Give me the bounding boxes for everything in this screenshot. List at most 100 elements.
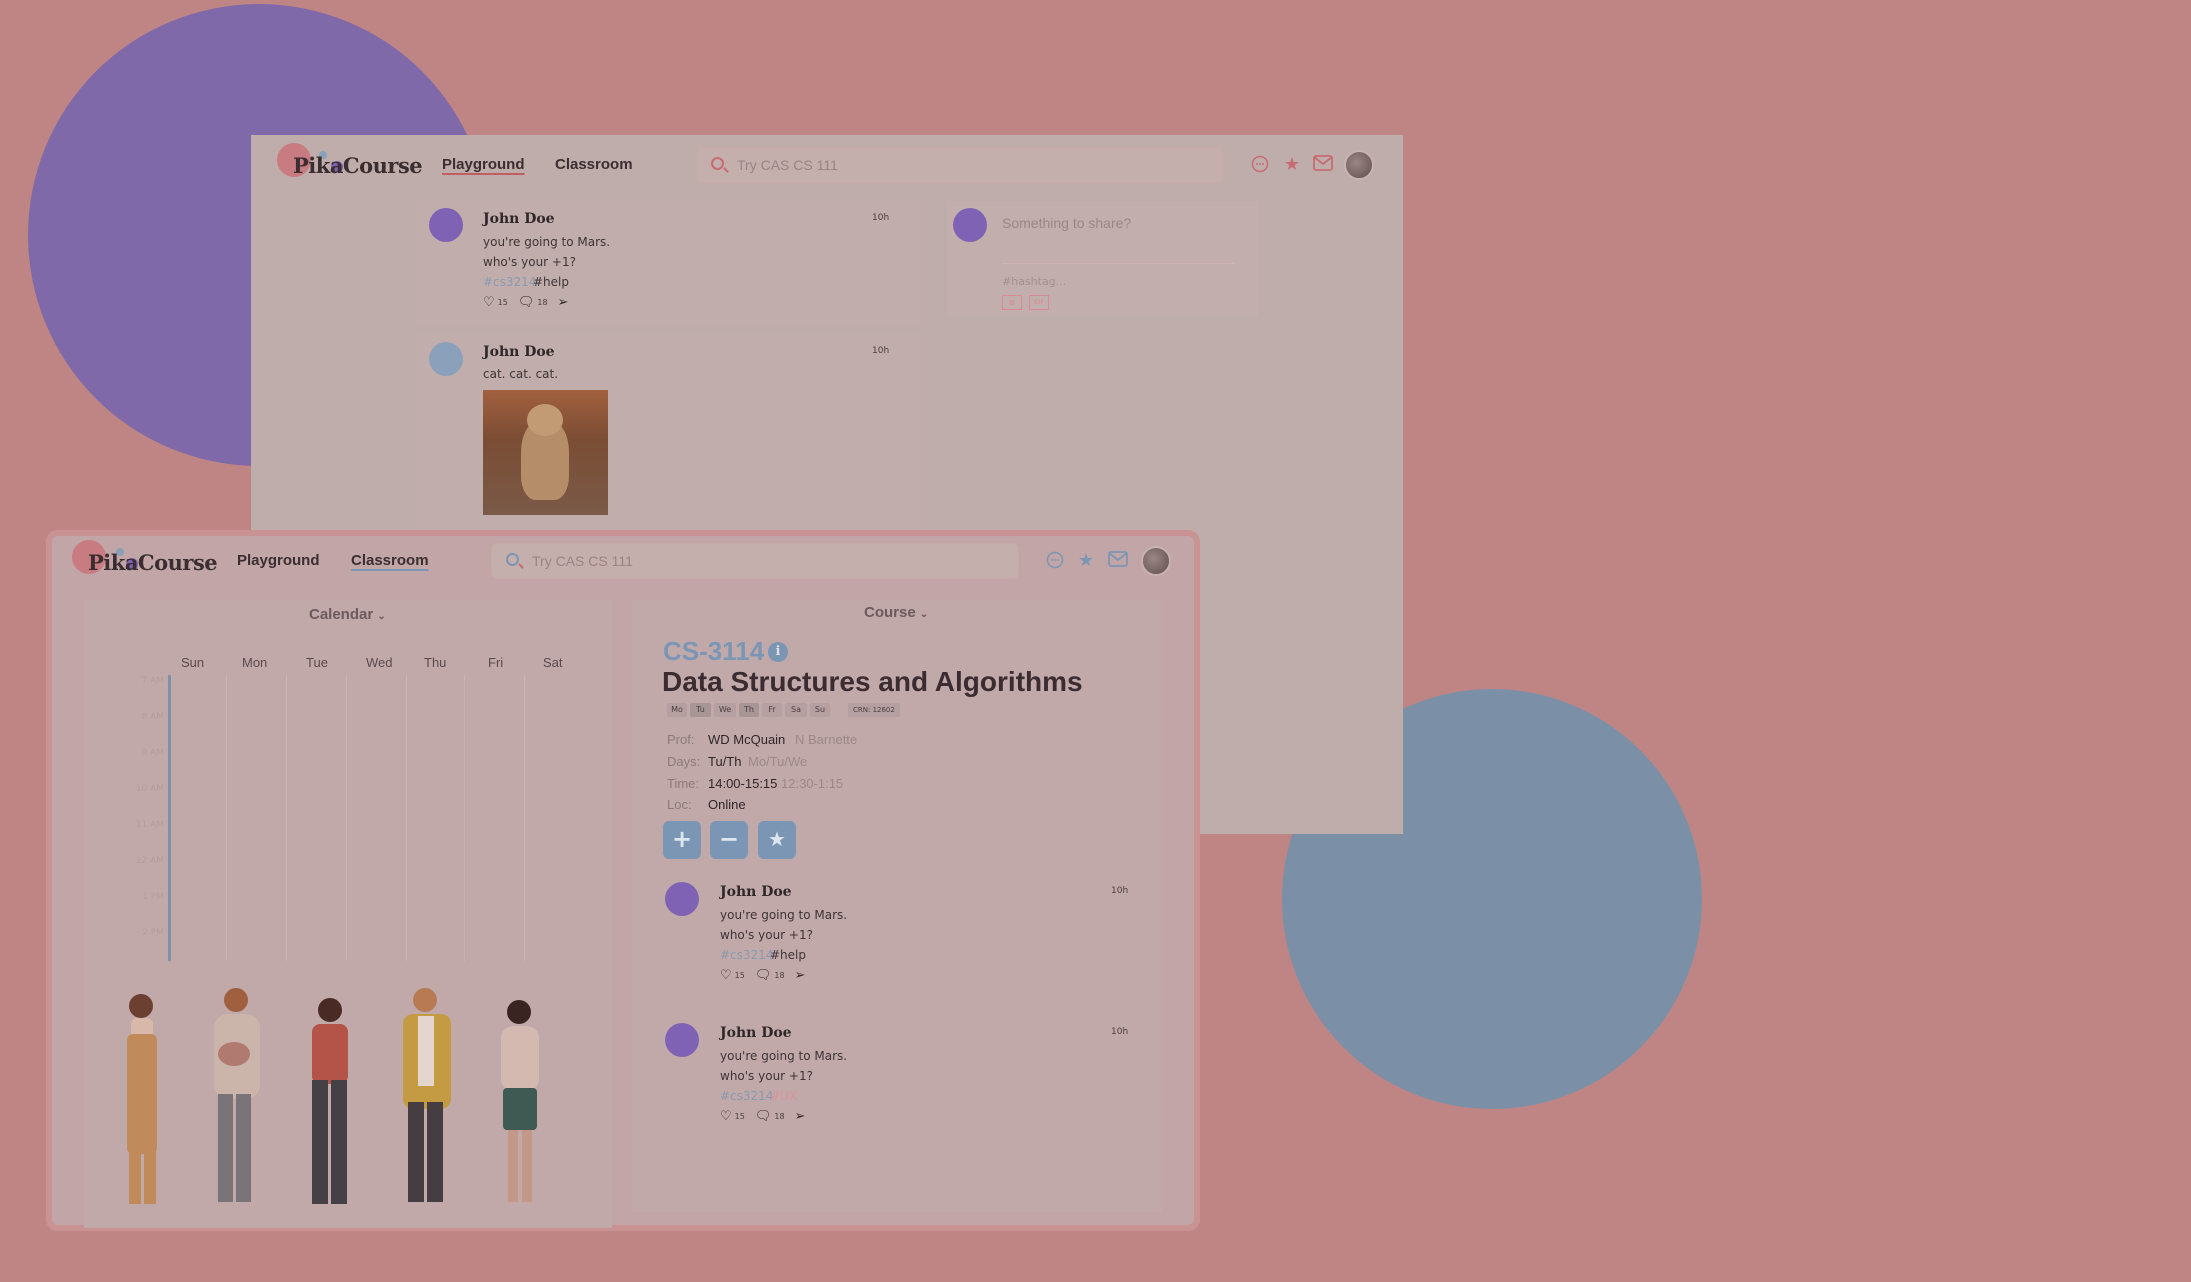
post-author[interactable]: John Doe: [483, 211, 555, 227]
comment-icon: 🗨: [754, 968, 772, 983]
post-avatar[interactable]: [429, 342, 463, 376]
post-avatar[interactable]: [665, 882, 699, 916]
day-header: Wed: [366, 655, 393, 670]
comment-count: 18: [537, 298, 548, 307]
post-text-line: who's your +1?: [483, 255, 576, 269]
post-tag[interactable]: #help: [533, 275, 569, 289]
remove-course-button[interactable]: −: [710, 821, 748, 859]
user-avatar[interactable]: [1344, 150, 1374, 180]
calendar-column-line: [524, 675, 525, 961]
post-tag[interactable]: #cs3214: [483, 275, 536, 289]
comment-count: 18: [774, 971, 785, 980]
like-button[interactable]: ♡ 15: [720, 969, 745, 982]
post-time: 10h: [872, 346, 890, 356]
post-author[interactable]: John Doe: [720, 1025, 792, 1041]
comment-button[interactable]: 🗨 18: [755, 969, 785, 982]
course-code: CS-3114: [663, 636, 765, 666]
calendar-column-line: [406, 675, 407, 961]
post-author[interactable]: John Doe: [483, 344, 555, 360]
gif-icon[interactable]: GIF: [1029, 295, 1049, 310]
search-input[interactable]: Try CAS CS 111: [532, 553, 633, 569]
course-panel: Course ⌄ CS-3114 i Data Structures and A…: [632, 600, 1162, 1212]
post-avatar[interactable]: [665, 1023, 699, 1057]
share-input[interactable]: Something to share?: [1002, 215, 1131, 231]
share-button[interactable]: ➢: [795, 969, 806, 982]
day-header: Fri: [488, 655, 504, 670]
info-icon[interactable]: i: [768, 642, 788, 662]
share-button[interactable]: ➢: [795, 1110, 806, 1123]
prof-value: WD McQuain: [708, 732, 786, 747]
day-chip[interactable]: Th: [739, 703, 759, 717]
share-button[interactable]: ➢: [558, 296, 569, 309]
post-tag[interactable]: #help: [770, 948, 806, 962]
add-course-button[interactable]: +: [663, 821, 701, 859]
post-author[interactable]: John Doe: [720, 884, 792, 900]
search-input[interactable]: Try CAS CS 111: [737, 157, 838, 173]
minus-icon: −: [718, 825, 740, 853]
time-label: Time:: [667, 776, 700, 791]
search-bar[interactable]: Try CAS CS 111: [696, 147, 1224, 183]
nav-classroom[interactable]: Classroom: [555, 156, 633, 173]
post-text-line: you're going to Mars.: [720, 908, 848, 922]
nav-playground[interactable]: Playground: [442, 156, 525, 173]
classroom-window: PikaCourse Playground Classroom Try CAS …: [46, 530, 1200, 1231]
day-chip[interactable]: Tu: [690, 703, 711, 717]
app-logo[interactable]: PikaCourse: [88, 550, 218, 575]
cat-image-head: [527, 404, 563, 436]
post-time: 10h: [1111, 1027, 1129, 1037]
image-icon[interactable]: ▨: [1002, 295, 1022, 310]
course-post: John Doe 10h you're going to Mars. who's…: [665, 878, 1135, 998]
person-3: [312, 998, 348, 1204]
day-chip[interactable]: Fr: [762, 703, 782, 717]
hashtag-input[interactable]: #hashtag...: [1002, 275, 1066, 288]
post-avatar[interactable]: [429, 208, 463, 242]
day-chip[interactable]: Su: [810, 703, 830, 717]
mail-icon[interactable]: [1312, 155, 1334, 177]
person-2: [214, 988, 260, 1202]
top-bar: PikaCourse Playground Classroom Try CAS …: [251, 135, 1403, 197]
like-button[interactable]: ♡ 15: [483, 296, 508, 309]
calendar-dropdown[interactable]: Calendar ⌄: [309, 606, 386, 623]
star-icon: ★: [768, 827, 786, 851]
app-logo[interactable]: PikaCourse: [293, 153, 423, 178]
chat-icon[interactable]: [1044, 551, 1066, 573]
loc-label: Loc:: [667, 797, 692, 812]
post-text-line: who's your +1?: [720, 928, 813, 942]
send-icon: ➢: [794, 1109, 806, 1124]
day-chip[interactable]: Sa: [785, 703, 807, 717]
like-button[interactable]: ♡ 15: [720, 1110, 745, 1123]
search-bar[interactable]: Try CAS CS 111: [491, 543, 1019, 579]
star-icon[interactable]: ★: [1281, 154, 1303, 176]
post-tag[interactable]: #UX: [770, 1089, 797, 1103]
hour-label: 1 PM: [142, 892, 164, 902]
favorite-course-button[interactable]: ★: [758, 821, 796, 859]
mail-icon[interactable]: [1107, 551, 1129, 573]
students-illustration: [127, 988, 539, 1204]
calendar-column-line: [226, 675, 227, 961]
comment-button[interactable]: 🗨 18: [518, 296, 548, 309]
user-avatar[interactable]: [1141, 546, 1171, 576]
course-dropdown[interactable]: Course ⌄: [864, 604, 928, 621]
post-tag[interactable]: #cs3214: [720, 1089, 773, 1103]
plus-icon: +: [671, 825, 693, 853]
day-header: Sat: [543, 655, 563, 670]
day-header: Mon: [242, 655, 268, 670]
prof-alt[interactable]: N Barnette: [795, 732, 857, 747]
top-bar: PikaCourse Playground Classroom Try CAS …: [46, 530, 1200, 592]
day-chip[interactable]: We: [714, 703, 736, 717]
chat-icon[interactable]: [1249, 155, 1271, 177]
calendar-column-line: [464, 675, 465, 961]
star-icon[interactable]: ★: [1075, 550, 1097, 572]
days-alt[interactable]: Mo/Tu/We: [748, 754, 807, 769]
comment-button[interactable]: 🗨 18: [755, 1110, 785, 1123]
nav-playground[interactable]: Playground: [237, 552, 320, 569]
hour-label: 11 AM: [135, 820, 164, 830]
days-value: Tu/Th: [708, 754, 742, 769]
post-image[interactable]: [483, 390, 608, 515]
post-actions: ♡ 15 🗨 18 ➢: [720, 1110, 805, 1123]
time-alt[interactable]: 12:30-1:15: [781, 776, 843, 791]
day-chip[interactable]: Mo: [667, 703, 687, 717]
post-tag[interactable]: #cs3214: [720, 948, 773, 962]
post-actions: ♡ 15 🗨 18 ➢: [720, 969, 805, 982]
nav-classroom[interactable]: Classroom: [351, 552, 429, 569]
